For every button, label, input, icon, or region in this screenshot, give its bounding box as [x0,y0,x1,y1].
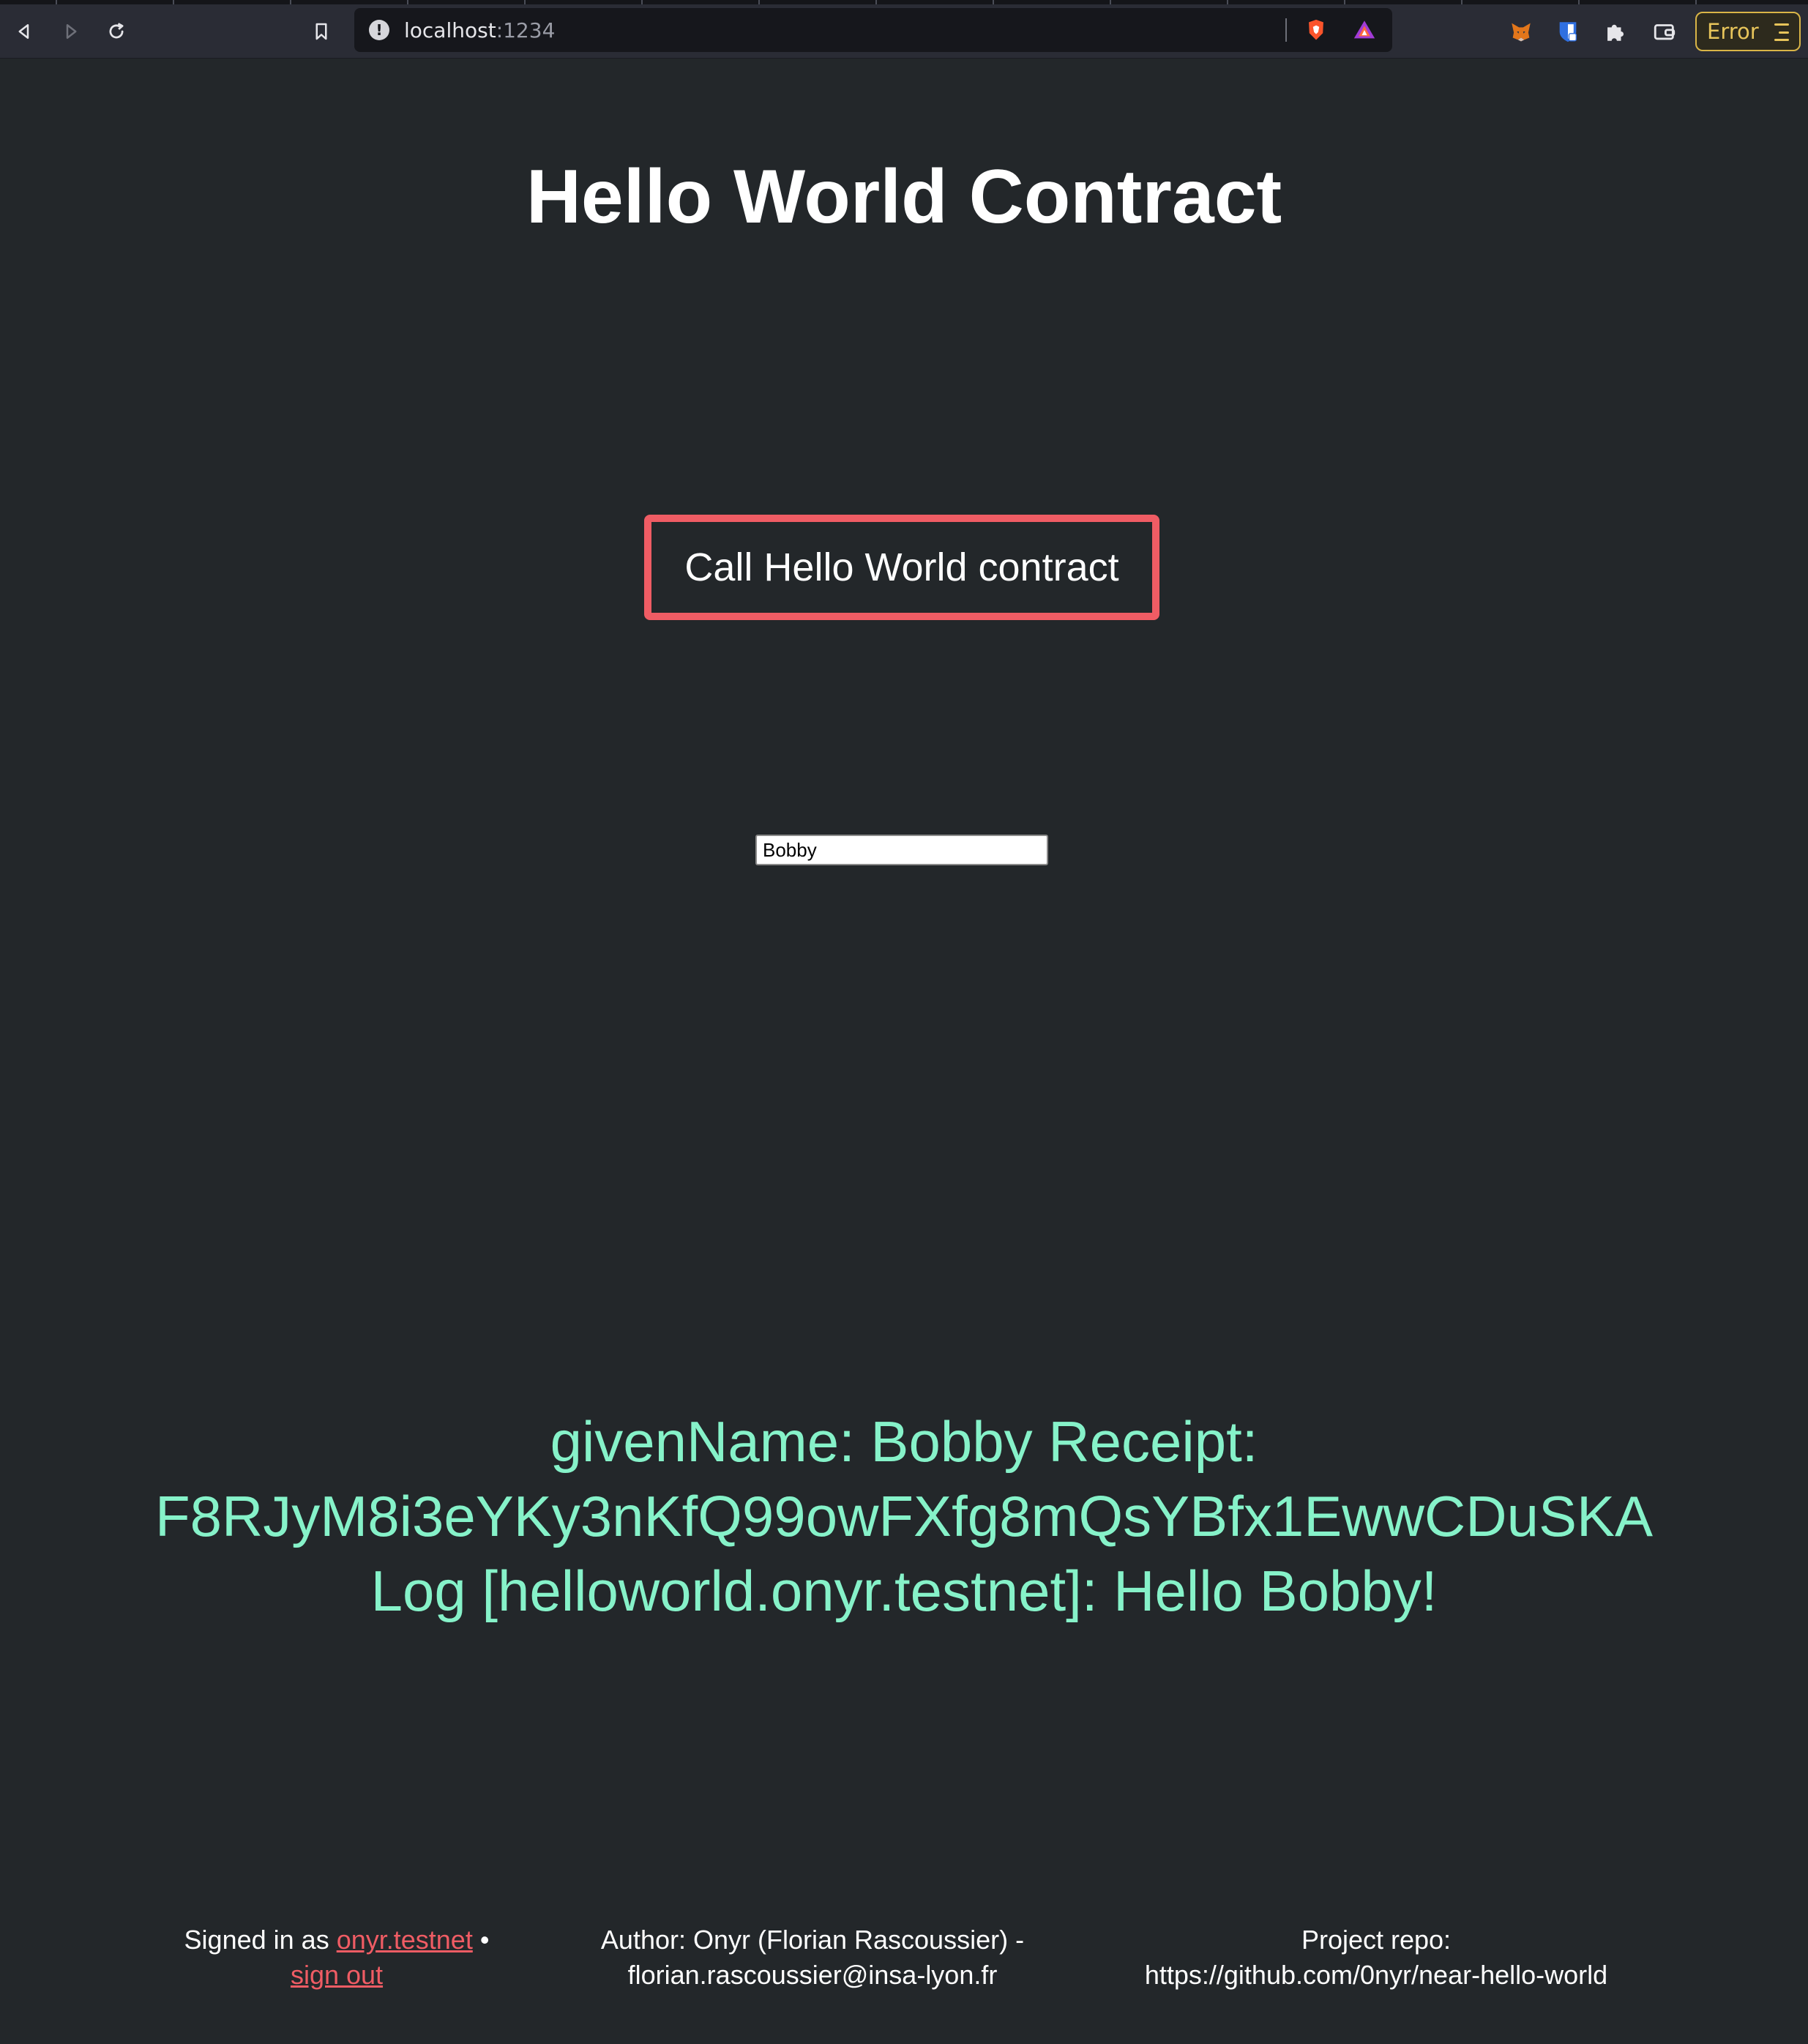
account-link[interactable]: onyr.testnet [337,1925,473,1955]
repo-url: https://github.com/0nyr/near-hello-world [1144,1960,1608,1990]
back-icon[interactable] [12,19,37,44]
site-info-icon[interactable]: ! [369,20,389,40]
extensions-puzzle-icon[interactable] [1600,17,1629,46]
name-input[interactable] [755,835,1048,865]
url-port: :1234 [496,18,556,42]
result-output: givenName: Bobby Receipt: F8RJyM8i3eYKy3… [73,1404,1735,1628]
bullet-separator: • [479,1925,490,1955]
footer-author: Author: Onyr (Florian Rascoussier) - flo… [578,1922,1047,1993]
url-host: localhost [404,18,496,42]
author-line: Author: Onyr (Florian Rascoussier) - [600,1925,1025,1955]
sign-out-link[interactable]: sign out [291,1960,383,1990]
page-title: Hello World Contract [526,154,1282,239]
reload-icon[interactable] [104,19,129,44]
metamask-icon[interactable] [1506,17,1536,46]
bitwarden-icon[interactable] [1553,17,1583,46]
error-label: Error [1707,19,1759,44]
address-bar[interactable]: ! localhost:1234 [354,8,1392,52]
author-email: florian.rascoussier@insa-lyon.fr [627,1960,998,1990]
error-menu-button[interactable]: Error [1695,12,1801,51]
signed-in-prefix: Signed in as [184,1925,329,1955]
browser-toolbar: ! localhost:1234 Error [0,4,1808,59]
result-line: Log [helloworld.onyr.testnet]: Hello Bob… [370,1559,1438,1623]
footer-repo: Project repo: https://github.com/0nyr/ne… [1098,1922,1654,1993]
url-separator [1285,18,1287,42]
call-hello-world-button[interactable]: Call Hello World contract [644,515,1159,620]
footer-signin: Signed in as onyr.testnet • sign out [132,1922,542,1993]
brave-rewards-icon[interactable] [1350,15,1379,45]
hamburger-menu-icon [1774,23,1789,41]
result-line: givenName: Bobby Receipt: [550,1409,1258,1474]
repo-label: Project repo: [1301,1925,1452,1955]
wallet-icon[interactable] [1650,17,1679,46]
brave-shields-icon[interactable] [1301,15,1331,45]
url-text[interactable]: localhost:1234 [404,18,555,42]
result-line: F8RJyM8i3eYKy3nKfQ99owFXfg8mQsYBfx1EwwCD… [154,1484,1654,1548]
bookmark-icon[interactable] [309,19,334,44]
forward-icon[interactable] [59,19,83,44]
